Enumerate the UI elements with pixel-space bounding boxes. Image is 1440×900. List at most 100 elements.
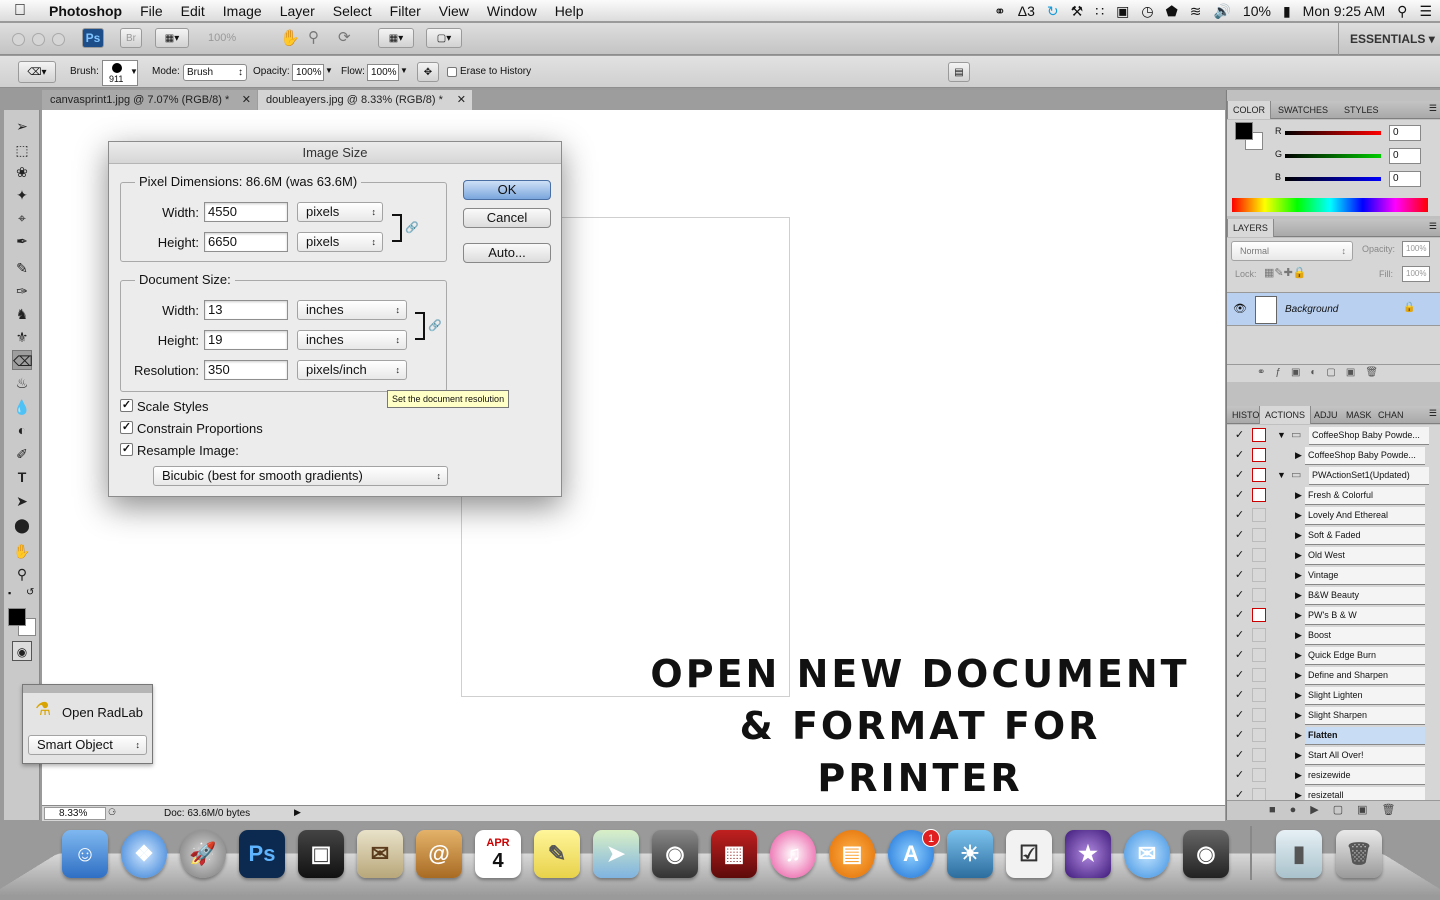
action-row[interactable]: ✓ ▶ CoffeeShop Baby Powde... <box>1227 445 1440 465</box>
menu-edit[interactable]: Edit <box>172 3 214 19</box>
dialog-toggle-icon[interactable] <box>1252 428 1266 442</box>
collapse-triangle-icon[interactable]: ▶ <box>1295 668 1302 682</box>
layer-fill-input[interactable]: 100% <box>1402 266 1430 282</box>
action-name[interactable]: Fresh & Colorful <box>1305 487 1425 505</box>
action-name[interactable]: Old West <box>1305 547 1425 565</box>
action-toggle-checkbox[interactable]: ✓ <box>1233 568 1246 582</box>
status-arrow-icon[interactable]: ▶ <box>294 807 301 818</box>
hand-tool-icon[interactable]: ✋ <box>12 541 32 561</box>
dodge-tool-icon[interactable]: ◐ <box>12 420 32 440</box>
photo-booth-icon[interactable]: ▦ <box>711 830 757 878</box>
color-spectrum-bar[interactable] <box>1232 198 1428 212</box>
collapse-triangle-icon[interactable]: ▶ <box>1295 768 1302 782</box>
collapse-triangle-icon[interactable]: ▶ <box>1295 568 1302 582</box>
dialog-toggle-icon[interactable] <box>1252 708 1266 722</box>
menu-layer[interactable]: Layer <box>271 3 324 19</box>
finder-icon[interactable]: ☺ <box>62 830 108 878</box>
opacity-dropdown-icon[interactable]: ▼ <box>325 66 333 75</box>
dialog-toggle-icon[interactable] <box>1252 488 1266 502</box>
dialog-toggle-icon[interactable] <box>1252 448 1266 462</box>
zoom-tool-icon[interactable]: ⚲ <box>308 28 319 46</box>
dialog-toggle-icon[interactable] <box>1252 628 1266 642</box>
tab-doubleayers[interactable]: doubleayers.jpg @ 8.33% (RGB/8) * ✕ <box>258 90 472 110</box>
tab-layers[interactable]: LAYERS <box>1227 219 1274 237</box>
action-toggle-checkbox[interactable]: ✓ <box>1233 468 1246 482</box>
fg-color-swatch[interactable] <box>1235 122 1253 140</box>
action-name[interactable]: Lovely And Ethereal <box>1305 507 1425 525</box>
collapse-triangle-icon[interactable]: ▶ <box>1295 608 1302 622</box>
contacts-icon[interactable]: @ <box>416 830 462 878</box>
action-toggle-checkbox[interactable]: ✓ <box>1233 528 1246 542</box>
itunes-icon[interactable]: ♫ <box>770 830 816 878</box>
action-name[interactable]: Slight Lighten <box>1305 687 1425 705</box>
healing-brush-tool-icon[interactable]: ✎ <box>12 258 32 278</box>
status-menu-icon[interactable]: ⚆ <box>108 807 116 818</box>
action-row[interactable]: ✓ ▶ Vintage <box>1227 565 1440 585</box>
view-extras-button[interactable]: ▦▾ <box>155 28 189 48</box>
dialog-toggle-icon[interactable] <box>1252 508 1266 522</box>
dialog-toggle-icon[interactable] <box>1252 588 1266 602</box>
lasso-tool-icon[interactable]: ❀ <box>12 162 32 182</box>
action-name[interactable]: Start All Over! <box>1305 747 1425 765</box>
action-name[interactable]: CoffeeShop Baby Powde... <box>1305 447 1425 465</box>
resample-method-select[interactable]: Bicubic (best for smooth gradients) <box>153 466 448 486</box>
hand-tool-icon[interactable]: ✋ <box>280 28 300 48</box>
action-toggle-checkbox[interactable]: ✓ <box>1233 728 1246 742</box>
r-slider[interactable] <box>1285 131 1381 135</box>
brush-tool-icon[interactable]: ✑ <box>12 281 32 301</box>
dialog-toggle-icon[interactable] <box>1252 668 1266 682</box>
collapse-triangle-icon[interactable]: ▶ <box>1295 628 1302 642</box>
reminders-icon[interactable]: ☑ <box>1006 830 1052 878</box>
image-capture-icon[interactable]: ◉ <box>1183 830 1229 878</box>
action-name[interactable]: PW's B & W <box>1305 607 1425 625</box>
g-slider[interactable] <box>1285 154 1381 158</box>
clone-stamp-tool-icon[interactable]: ♞ <box>12 304 32 324</box>
menu-file[interactable]: File <box>131 3 172 19</box>
tab-masks[interactable]: MASK <box>1341 406 1377 424</box>
action-row[interactable]: ✓ ▶ Quick Edge Burn <box>1227 645 1440 665</box>
collapse-triangle-icon[interactable]: ▶ <box>1295 788 1302 800</box>
px-width-unit-select[interactable]: pixels <box>297 202 383 222</box>
creative-cloud-icon[interactable]: ⚭ <box>994 3 1006 20</box>
bluetooth-icon[interactable]: ⬟ <box>1166 3 1178 20</box>
px-height-input[interactable]: 6650 <box>204 232 288 252</box>
notes-icon[interactable]: ✎ <box>534 830 580 878</box>
collapse-triangle-icon[interactable]: ▶ <box>1295 508 1302 522</box>
window-minimize-button[interactable] <box>32 33 45 46</box>
action-row[interactable]: ✓ ▶ Define and Sharpen <box>1227 665 1440 685</box>
action-toggle-checkbox[interactable]: ✓ <box>1233 608 1246 622</box>
blur-tool-icon[interactable]: 💧 <box>12 397 32 417</box>
resample-image-checkbox[interactable]: ✓ <box>120 443 133 456</box>
action-name[interactable]: resizetall <box>1305 787 1425 800</box>
lock-icons[interactable]: ▦✎✚🔒 <box>1264 266 1307 279</box>
zoom-field[interactable]: 8.33% <box>44 807 106 820</box>
action-toggle-checkbox[interactable]: ✓ <box>1233 768 1246 782</box>
photo-browser-icon[interactable]: ▣ <box>298 830 344 878</box>
apple-menu-icon[interactable]:  <box>0 2 40 20</box>
action-row[interactable]: ✓ ▶ Slight Sharpen <box>1227 705 1440 725</box>
menu-app-photoshop[interactable]: Photoshop <box>40 3 131 19</box>
maps-icon[interactable]: ➤ <box>593 830 639 878</box>
marquee-tool-icon[interactable]: ⬚ <box>12 140 32 160</box>
cancel-button[interactable]: Cancel <box>463 208 551 228</box>
action-toggle-checkbox[interactable]: ✓ <box>1233 708 1246 722</box>
action-toggle-checkbox[interactable]: ✓ <box>1233 668 1246 682</box>
rotate-view-icon[interactable]: ⟳ <box>338 28 351 46</box>
action-row[interactable]: ✓ ▶ B&W Beauty <box>1227 585 1440 605</box>
mode-select[interactable]: Brush ↕ <box>183 64 247 81</box>
menu-view[interactable]: View <box>430 3 478 19</box>
opacity-input[interactable]: 100% <box>292 64 324 81</box>
action-row[interactable]: ✓ ▶ Boost <box>1227 625 1440 645</box>
action-name[interactable]: Flatten <box>1305 727 1425 745</box>
action-row[interactable]: ✓ ▶ resizetall <box>1227 785 1440 800</box>
action-toggle-checkbox[interactable]: ✓ <box>1233 508 1246 522</box>
action-row[interactable]: ✓ ▶ Old West <box>1227 545 1440 565</box>
time-machine-icon[interactable]: ◷ <box>1141 3 1153 20</box>
collapse-triangle-icon[interactable]: ▶ <box>1295 488 1302 502</box>
collapse-triangle-icon[interactable]: ▶ <box>1295 748 1302 762</box>
screen-mode-button[interactable]: ▢▾ <box>426 28 462 48</box>
dialog-toggle-icon[interactable] <box>1252 468 1266 482</box>
action-toggle-checkbox[interactable]: ✓ <box>1233 648 1246 662</box>
action-name[interactable]: resizewide <box>1305 767 1425 785</box>
iphoto-icon[interactable]: ☀ <box>947 830 993 878</box>
